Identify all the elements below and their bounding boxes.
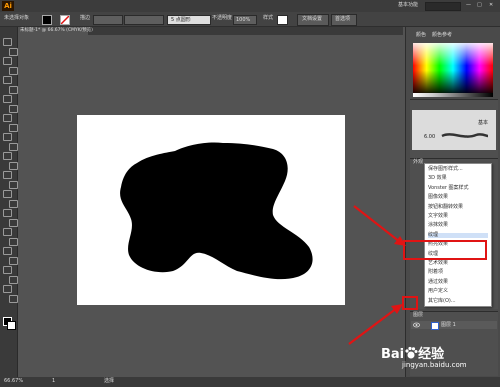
artboard-tool-icon[interactable] bbox=[3, 266, 12, 274]
tab-color-guide[interactable]: 颜色参考 bbox=[432, 33, 452, 38]
app-logo: Ai bbox=[2, 1, 14, 11]
document-tab-title: 未标题-1* @ 66.67% (CMYK/预览) bbox=[20, 28, 93, 33]
selection-status: 未选择对象 bbox=[4, 15, 30, 21]
shape-builder-tool-icon[interactable] bbox=[3, 190, 12, 198]
brush-definition-field[interactable]: 5 点圆形 bbox=[167, 15, 211, 25]
stroke-label: 描边 bbox=[80, 15, 91, 21]
menu-item-graphic-style-library[interactable]: 图像效果 bbox=[428, 195, 448, 200]
stroke-color-indicator[interactable] bbox=[7, 321, 16, 330]
variable-width-field[interactable] bbox=[124, 15, 164, 25]
none-slash-icon bbox=[61, 16, 69, 24]
layer-thumbnail bbox=[431, 322, 439, 330]
preferences-label: 首选项 bbox=[335, 16, 351, 22]
rectangle-tool-icon[interactable] bbox=[9, 104, 18, 113]
stroke-weight-field[interactable] bbox=[93, 15, 123, 25]
gradient-tool-icon[interactable] bbox=[9, 218, 18, 227]
type-tool-icon[interactable] bbox=[9, 85, 18, 94]
menu-item-graphic-style-library[interactable]: 涂抹效果 bbox=[428, 223, 448, 228]
menu-item-graphic-style-library[interactable]: 其它库(O)... bbox=[428, 298, 456, 304]
search-input[interactable] bbox=[425, 2, 461, 11]
grayscale-ramp[interactable] bbox=[413, 93, 493, 97]
menu-item-graphic-style-library[interactable]: Vonster 图案样式 bbox=[428, 185, 469, 191]
magic-wand-tool-icon[interactable] bbox=[3, 57, 12, 65]
menu-item-graphic-style-library[interactable]: 通过效果 bbox=[428, 279, 448, 285]
symbol-sprayer-tool-icon[interactable] bbox=[3, 247, 12, 255]
blob-brush-tool-icon[interactable] bbox=[3, 133, 12, 141]
rotate-tool-icon[interactable] bbox=[3, 152, 12, 160]
graphic-styles-library-menu: 保存图形样式... 3D 效果 Vonster 图案样式 图像效果按钮和翻转效果 文字效… bbox=[424, 163, 492, 307]
scale-tool-icon[interactable] bbox=[9, 161, 18, 170]
workspace-switcher[interactable]: 基本功能 bbox=[398, 3, 418, 8]
watermark-url: jingyan.baidu.com bbox=[402, 361, 467, 369]
color-spectrum[interactable] bbox=[413, 43, 493, 93]
brush-size-value: 6.00 bbox=[424, 134, 436, 140]
width-tool-icon[interactable] bbox=[3, 171, 12, 179]
brush-library-label: 基本 bbox=[478, 120, 489, 126]
close-button[interactable]: ✕ bbox=[489, 3, 493, 8]
minimize-button[interactable]: — bbox=[466, 3, 471, 8]
slice-tool-icon[interactable] bbox=[9, 275, 18, 284]
menu-item-graphic-style-library[interactable]: 艺术效果 bbox=[428, 261, 448, 266]
menu-items: 文件(F)编辑(E)对象(O)文字(T)选择(S)效果(C)视图(V)窗口(W)… bbox=[17, 3, 246, 20]
perspective-grid-tool-icon[interactable] bbox=[9, 199, 18, 208]
hand-tool-icon[interactable] bbox=[3, 285, 12, 293]
zoom-tool-icon[interactable] bbox=[9, 294, 18, 303]
stroke-swatch[interactable] bbox=[60, 15, 70, 25]
menu-item-graphic-style-library[interactable]: 3D 效果 bbox=[428, 176, 447, 181]
eraser-tool-icon[interactable] bbox=[9, 142, 18, 151]
pencil-tool-icon[interactable] bbox=[9, 123, 18, 132]
baidu-watermark-logo: Bai 经验 bbox=[381, 343, 444, 362]
current-tool-status: 选择 bbox=[104, 378, 115, 384]
page-number[interactable]: 1 bbox=[52, 379, 55, 384]
document-tab[interactable]: 未标题-1* @ 66.67% (CMYK/预览) bbox=[18, 27, 93, 35]
status-bar bbox=[0, 377, 500, 387]
paintbrush-tool-icon[interactable] bbox=[3, 114, 12, 122]
direct-selection-tool-icon[interactable] bbox=[9, 47, 18, 56]
document-setup-label: 文档设置 bbox=[302, 16, 323, 22]
line-tool-icon[interactable] bbox=[3, 95, 12, 103]
watermark-brand: Bai bbox=[381, 347, 405, 362]
highlight-box-menu-item bbox=[403, 240, 487, 260]
fill-swatch[interactable] bbox=[42, 15, 52, 25]
free-transform-tool-icon[interactable] bbox=[9, 180, 18, 189]
eyedropper-tool-icon[interactable] bbox=[3, 228, 12, 236]
selection-tool-icon[interactable] bbox=[3, 38, 12, 46]
layer-name: 图层 1 bbox=[441, 322, 456, 328]
brush-definition-value: 5 点圆形 bbox=[171, 17, 191, 23]
menu-item-graphic-style-library[interactable]: 附着项 bbox=[428, 270, 443, 275]
brush-stroke-preview[interactable] bbox=[440, 130, 490, 142]
pen-tool-icon[interactable] bbox=[3, 76, 12, 84]
black-blob-shape[interactable] bbox=[77, 115, 345, 305]
blend-tool-icon[interactable] bbox=[9, 237, 18, 246]
tab-color[interactable]: 颜色 bbox=[416, 33, 426, 38]
watermark-brand2: 经验 bbox=[418, 347, 445, 362]
menu-item-graphic-style-library[interactable]: 用户定义 bbox=[428, 289, 448, 294]
menu-item-graphic-style-library[interactable]: 按钮和翻转效果 bbox=[428, 204, 463, 210]
opacity-value: 100% bbox=[236, 17, 251, 23]
maximize-button[interactable]: □ bbox=[477, 3, 482, 8]
document-setup-button[interactable]: 文档设置 bbox=[297, 14, 329, 26]
menu-item-graphic-style-library[interactable]: 纹理 bbox=[428, 232, 488, 238]
lasso-tool-icon[interactable] bbox=[9, 66, 18, 75]
layer-row[interactable]: 图层 1 bbox=[411, 321, 497, 330]
style-swatch[interactable] bbox=[277, 15, 288, 25]
zoom-level[interactable]: 66.67% bbox=[4, 379, 23, 384]
mesh-tool-icon[interactable] bbox=[3, 209, 12, 217]
style-label: 样式 bbox=[263, 15, 274, 21]
red-arrow-icon bbox=[353, 205, 406, 246]
brush-panel-tabs: 色板画笔符号 bbox=[412, 101, 467, 118]
preferences-button[interactable]: 首选项 bbox=[331, 14, 357, 26]
paw-icon bbox=[405, 346, 418, 359]
tab-layers[interactable]: 图层 bbox=[413, 313, 423, 318]
opacity-field[interactable]: 100% bbox=[233, 15, 257, 25]
menu-item-graphic-style-library[interactable]: 保存图形样式... bbox=[428, 167, 463, 172]
tools-list bbox=[3, 38, 18, 338]
column-graph-tool-icon[interactable] bbox=[9, 256, 18, 265]
opacity-label: 不透明度 bbox=[212, 15, 233, 21]
menu-item-graphic-style-library[interactable]: 文字效果 bbox=[428, 214, 448, 219]
tab-appearance[interactable]: 外观 bbox=[413, 160, 423, 165]
eye-icon[interactable] bbox=[413, 322, 420, 328]
